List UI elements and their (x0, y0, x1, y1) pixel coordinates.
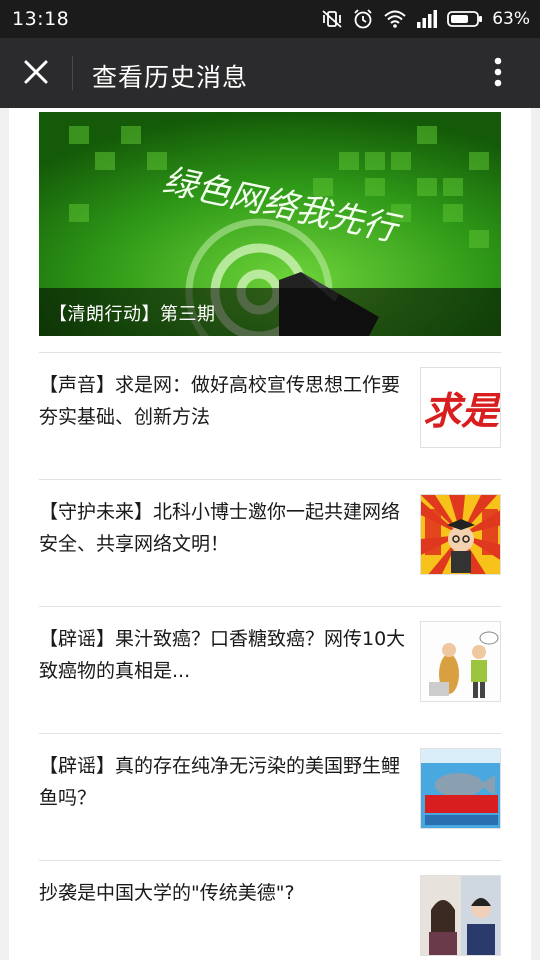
message-card: 绿色网络我先行 【清朗行动】第三期 【声音】求是网：做好高校宣传思想工作要夯实基… (9, 108, 531, 960)
vibrate-off-icon (321, 8, 343, 30)
article-item[interactable]: 【辟谣】果汁致癌？口香糖致癌？网传10大致癌物的真相是... (39, 607, 501, 733)
battery-percent: 63% (492, 9, 530, 29)
article-thumbnail (420, 748, 501, 829)
article-item[interactable]: 【守护未来】北科小博士邀你一起共建网络安全、共享网络文明！ (39, 480, 501, 606)
status-bar: 13:18 63% (0, 0, 540, 38)
alarm-icon (352, 8, 374, 30)
article-title: 【辟谣】真的存在纯净无污染的美国野生鲤鱼吗？ (39, 755, 401, 809)
article-thumbnail (420, 875, 501, 956)
article-item[interactable]: 抄袭是中国大学的"传统美德"? (39, 861, 501, 960)
cover-caption: 【清朗行动】第三期 (39, 288, 501, 336)
battery-icon (447, 10, 483, 28)
article-title: 【辟谣】果汁致癌？口香糖致癌？网传10大致癌物的真相是... (39, 628, 406, 682)
close-button[interactable] (14, 52, 58, 96)
more-options-button[interactable] (478, 52, 518, 96)
status-icons: 63% (321, 7, 530, 31)
article-item[interactable]: 【辟谣】真的存在纯净无污染的美国野生鲤鱼吗？ (39, 734, 501, 860)
thumb-text: 求是 (423, 388, 501, 433)
article-title: 【声音】求是网：做好高校宣传思想工作要夯实基础、创新方法 (39, 374, 401, 428)
article-thumbnail (420, 621, 501, 702)
article-thumbnail: 求是 (420, 367, 501, 448)
wifi-icon (383, 9, 407, 29)
cover-article[interactable]: 绿色网络我先行 【清朗行动】第三期 (39, 112, 501, 336)
more-vertical-icon (494, 57, 502, 91)
article-item[interactable]: 【声音】求是网：做好高校宣传思想工作要夯实基础、创新方法 求是 (39, 353, 501, 479)
header-divider (72, 56, 73, 90)
signal-icon (416, 10, 438, 28)
page-title: 查看历史消息 (92, 63, 249, 92)
status-time: 13:18 (12, 8, 70, 30)
article-thumbnail (420, 494, 501, 575)
article-title: 抄袭是中国大学的"传统美德"? (39, 882, 295, 904)
article-title: 【守护未来】北科小博士邀你一起共建网络安全、共享网络文明！ (39, 501, 401, 555)
header-bar: 查看历史消息 (0, 38, 540, 108)
close-icon (23, 59, 49, 89)
